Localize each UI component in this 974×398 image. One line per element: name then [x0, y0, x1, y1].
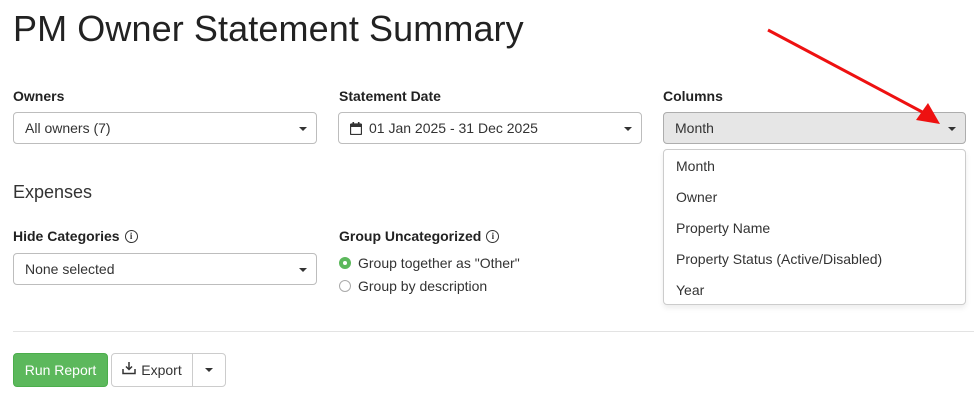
annotation-arrow [767, 28, 940, 124]
